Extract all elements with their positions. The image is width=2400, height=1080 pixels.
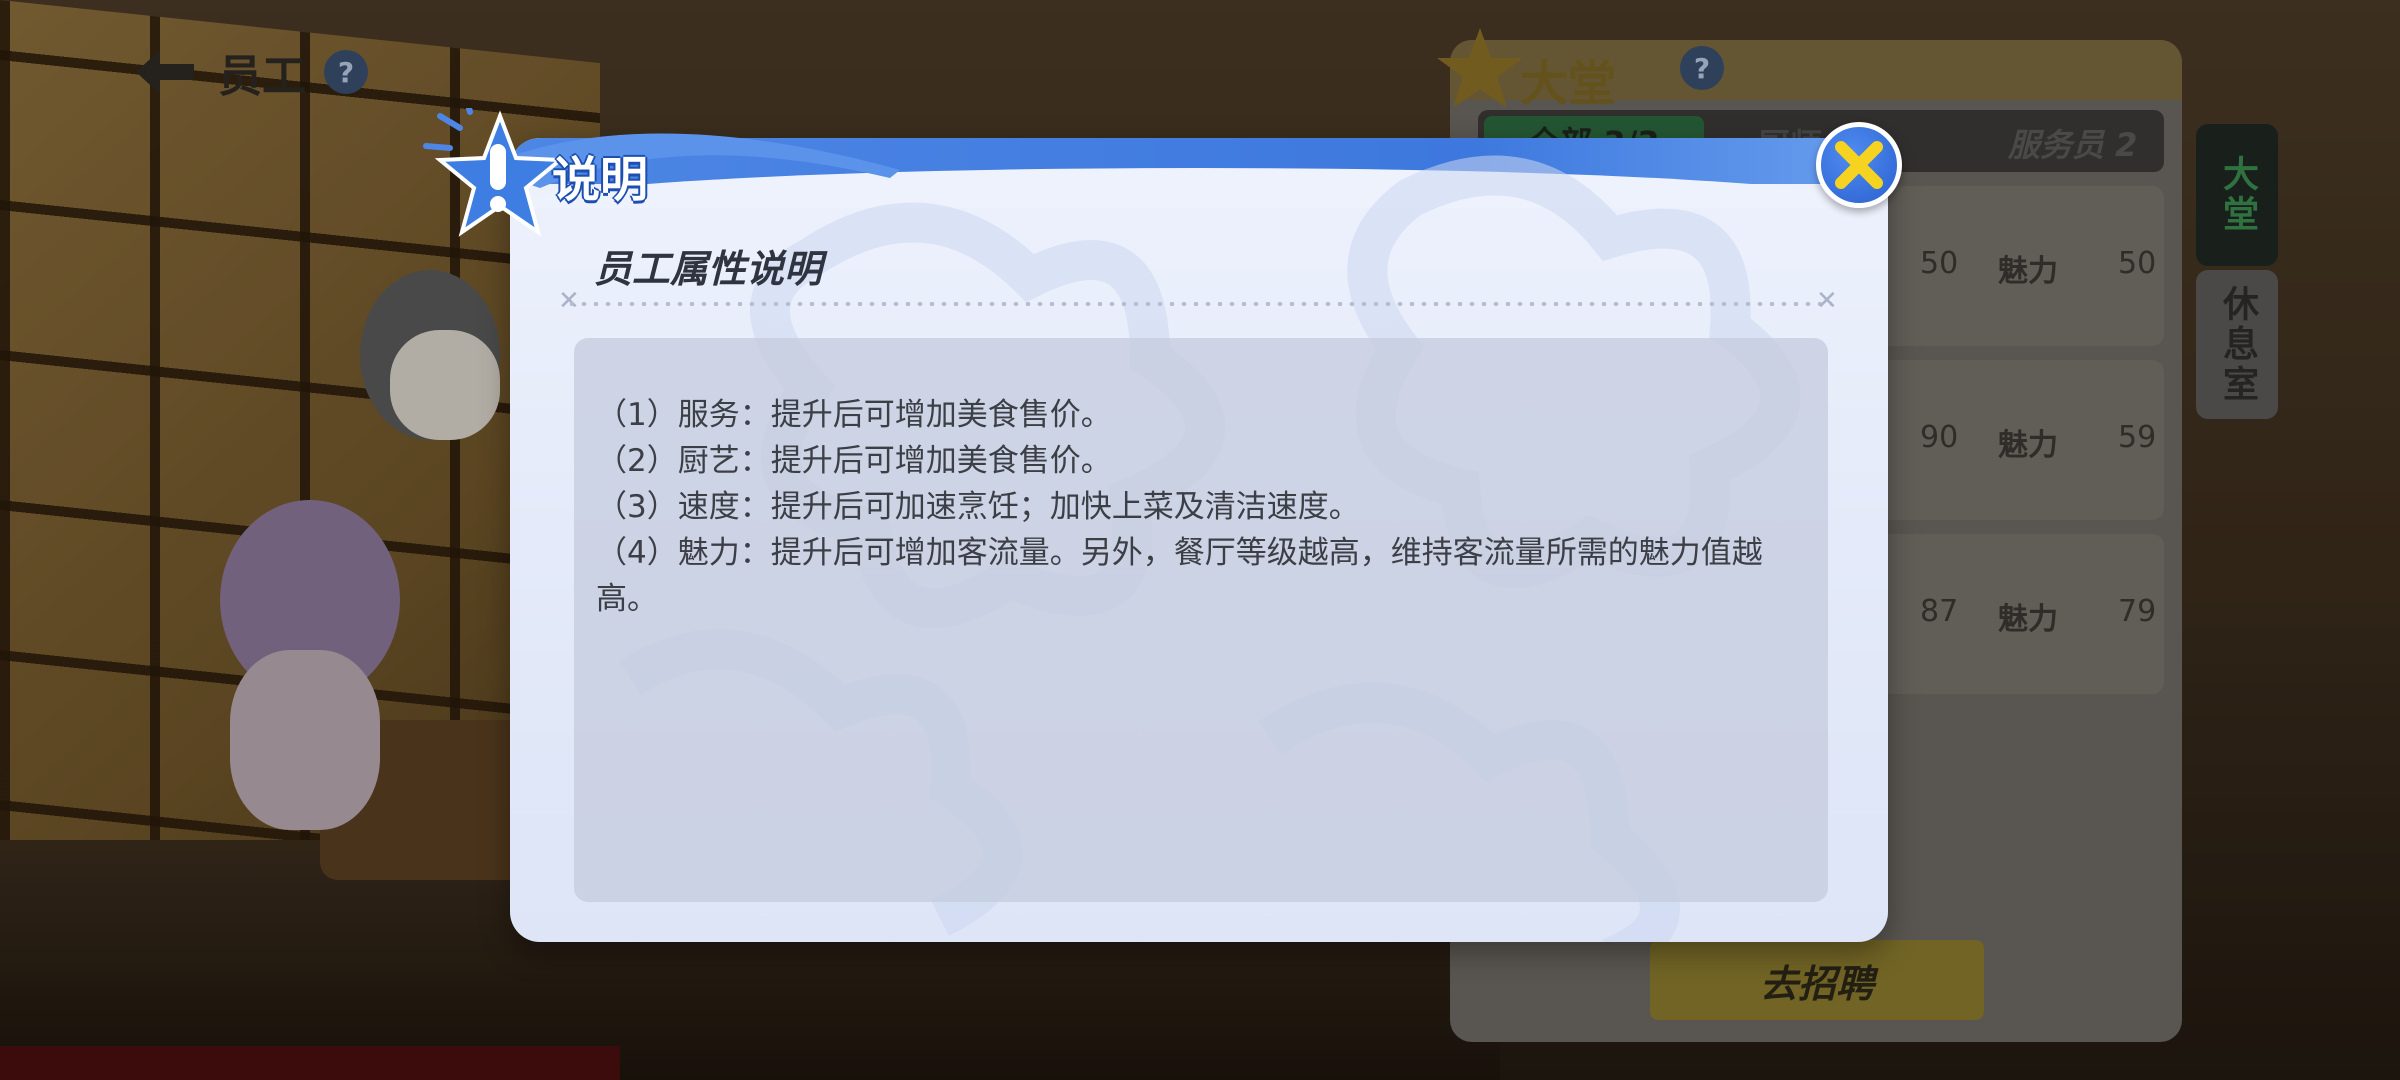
close-icon <box>1835 141 1883 189</box>
description-box: （1）服务：提升后可增加美食售价。 （2）厨艺：提升后可增加美食售价。 （3）速… <box>574 338 1828 902</box>
info-badge-ribbon <box>423 108 900 237</box>
divider-end-icon: ✕ <box>1816 286 1838 316</box>
divider-end-icon: ✕ <box>558 286 580 316</box>
description-text: （1）服务：提升后可增加美食售价。 （2）厨艺：提升后可增加美食售价。 （3）速… <box>596 392 1812 622</box>
close-button[interactable] <box>1816 122 1902 208</box>
info-badge-label: 说明 <box>552 152 649 208</box>
description-line: （1）服务：提升后可增加美食售价。 <box>596 397 1112 433</box>
description-line: （3）速度：提升后可加速烹饪；加快上菜及清洁速度。 <box>596 489 1360 525</box>
description-line: （2）厨艺：提升后可增加美食售价。 <box>596 443 1112 479</box>
dotted-divider <box>566 302 1832 306</box>
description-line: （4）魅力：提升后可增加客流量。另外，餐厅等级越高，维持客流量所需的魅力值越高。 <box>596 535 1763 617</box>
